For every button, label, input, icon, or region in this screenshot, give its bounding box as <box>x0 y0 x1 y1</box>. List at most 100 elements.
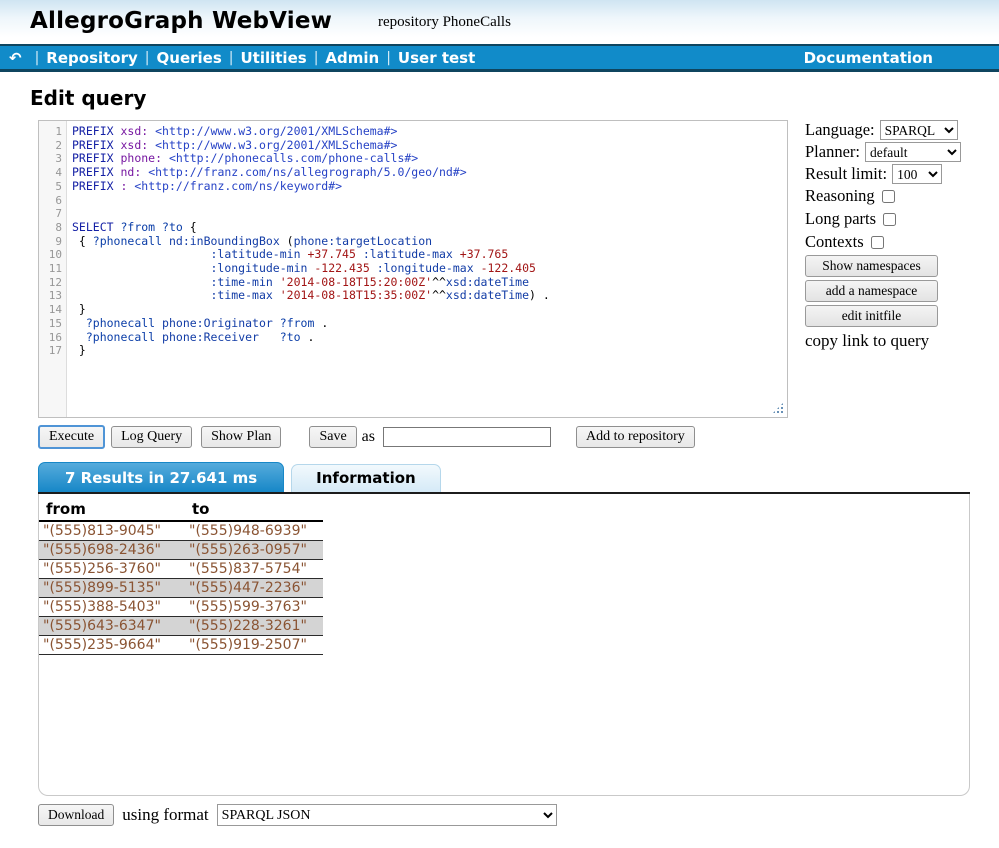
query-code[interactable]: PREFIX xsd: <http://www.w3.org/2001/XMLS… <box>67 121 550 417</box>
download-row: Download using format SPARQL JSON <box>38 804 999 826</box>
planner-label: Planner: <box>805 142 860 162</box>
query-options-panel: Language: SPARQL Planner: default Result… <box>805 120 999 351</box>
contexts-checkbox[interactable] <box>871 236 884 249</box>
table-row: "(555)235-9664""(555)919-2507" <box>39 636 323 655</box>
table-cell[interactable]: "(555)263-0957" <box>185 541 323 560</box>
using-format-label: using format <box>122 805 208 825</box>
table-cell[interactable]: "(555)599-3763" <box>185 598 323 617</box>
line-number: 1 <box>39 125 62 139</box>
line-number: 13 <box>39 289 62 303</box>
nav-items: |Repository|Queries|Utilities|Admin|User… <box>28 49 476 67</box>
table-row: "(555)698-2436""(555)263-0957" <box>39 541 323 560</box>
code-line: :time-max '2014-08-18T15:35:00Z'^^xsd:da… <box>72 289 550 303</box>
long-parts-checkbox[interactable] <box>883 213 896 226</box>
line-number: 8 <box>39 221 62 235</box>
column-header-from[interactable]: from <box>39 499 185 521</box>
download-button[interactable]: Download <box>38 804 114 826</box>
code-line: } <box>72 303 550 317</box>
results-panel: from to "(555)813-9045""(555)948-6939""(… <box>38 494 970 796</box>
contexts-row: Contexts <box>805 232 999 252</box>
nav-item-utilities[interactable]: Utilities <box>240 49 306 67</box>
save-button[interactable]: Save <box>309 426 356 448</box>
code-line: ?phonecall phone:Receiver ?to . <box>72 331 550 345</box>
nav-item-queries[interactable]: Queries <box>157 49 222 67</box>
tab-results[interactable]: 7 Results in 27.641 ms <box>38 462 284 492</box>
query-editor[interactable]: 1234567891011121314151617 PREFIX xsd: <h… <box>38 120 788 418</box>
planner-row: Planner: default <box>805 142 999 162</box>
code-line: { ?phonecall nd:inBoundingBox (phone:tar… <box>72 235 550 249</box>
table-cell[interactable]: "(555)235-9664" <box>39 636 185 655</box>
table-cell[interactable]: "(555)643-6347" <box>39 617 185 636</box>
planner-select[interactable]: default <box>865 142 961 162</box>
table-cell[interactable]: "(555)228-3261" <box>185 617 323 636</box>
back-arrow-icon[interactable]: ↶ <box>0 49 28 67</box>
table-cell[interactable]: "(555)388-5403" <box>39 598 185 617</box>
page-title: Edit query <box>30 86 999 110</box>
nav-item-repository[interactable]: Repository <box>46 49 138 67</box>
table-cell[interactable]: "(555)698-2436" <box>39 541 185 560</box>
table-cell[interactable]: "(555)919-2507" <box>185 636 323 655</box>
result-limit-select[interactable]: 100 <box>892 164 942 184</box>
tab-information[interactable]: Information <box>291 464 441 492</box>
line-number: 10 <box>39 248 62 262</box>
code-line <box>72 194 550 208</box>
table-cell[interactable]: "(555)256-3760" <box>39 560 185 579</box>
results-tabstrip: 7 Results in 27.641 ms Information <box>38 462 970 494</box>
nav-item-documentation[interactable]: Documentation <box>804 49 933 67</box>
table-cell[interactable]: "(555)948-6939" <box>185 521 323 541</box>
nav-separator: | <box>222 50 241 66</box>
copy-link-to-query[interactable]: copy link to query <box>805 331 999 351</box>
code-line: PREFIX xsd: <http://www.w3.org/2001/XMLS… <box>72 125 550 139</box>
code-line: SELECT ?from ?to { <box>72 221 550 235</box>
reasoning-row: Reasoning <box>805 186 999 206</box>
app-title: AllegroGraph WebView <box>30 8 332 34</box>
execute-button[interactable]: Execute <box>38 425 105 449</box>
language-select[interactable]: SPARQL <box>880 120 958 140</box>
code-line: } <box>72 344 550 358</box>
log-query-button[interactable]: Log Query <box>111 426 192 448</box>
code-line: ?phonecall phone:Originator ?from . <box>72 317 550 331</box>
code-line: :latitude-min +37.745 :latitude-max +37.… <box>72 248 550 262</box>
save-name-input[interactable] <box>383 427 551 447</box>
code-line: PREFIX : <http://franz.com/ns/keyword#> <box>72 180 550 194</box>
code-line: :time-min '2014-08-18T15:20:00Z'^^xsd:da… <box>72 276 550 290</box>
table-cell[interactable]: "(555)837-5754" <box>185 560 323 579</box>
nav-separator: | <box>307 50 326 66</box>
code-line: PREFIX nd: <http://franz.com/ns/allegrog… <box>72 166 550 180</box>
add-to-repository-button[interactable]: Add to repository <box>576 426 695 448</box>
nav-item-user-test[interactable]: User test <box>398 49 475 67</box>
actions-row: Execute Log Query Show Plan Save as Add … <box>38 424 999 450</box>
line-number: 14 <box>39 303 62 317</box>
show-plan-button[interactable]: Show Plan <box>201 426 281 448</box>
nav-separator: | <box>379 50 398 66</box>
line-number: 15 <box>39 317 62 331</box>
long-parts-row: Long parts <box>805 209 999 229</box>
table-row: "(555)388-5403""(555)599-3763" <box>39 598 323 617</box>
result-limit-row: Result limit: 100 <box>805 164 999 184</box>
show-namespaces-button[interactable]: Show namespaces <box>805 255 938 277</box>
result-limit-label: Result limit: <box>805 164 887 184</box>
resize-grip-icon[interactable] <box>772 402 784 414</box>
line-number: 12 <box>39 276 62 290</box>
table-cell[interactable]: "(555)813-9045" <box>39 521 185 541</box>
line-number: 7 <box>39 207 62 221</box>
add-namespace-button[interactable]: add a namespace <box>805 280 938 302</box>
line-number: 5 <box>39 180 62 194</box>
contexts-label: Contexts <box>805 232 864 252</box>
line-number: 4 <box>39 166 62 180</box>
column-header-to[interactable]: to <box>185 499 323 521</box>
save-as-label: as <box>362 428 375 446</box>
edit-initfile-button[interactable]: edit initfile <box>805 305 938 327</box>
table-cell[interactable]: "(555)447-2236" <box>185 579 323 598</box>
nav-item-admin[interactable]: Admin <box>325 49 379 67</box>
table-row: "(555)643-6347""(555)228-3261" <box>39 617 323 636</box>
app-header: AllegroGraph WebView repository PhoneCal… <box>0 0 999 44</box>
reasoning-checkbox[interactable] <box>882 190 895 203</box>
table-cell[interactable]: "(555)899-5135" <box>39 579 185 598</box>
line-number-gutter: 1234567891011121314151617 <box>39 121 67 417</box>
repository-label: repository PhoneCalls <box>378 14 511 31</box>
download-format-select[interactable]: SPARQL JSON <box>217 804 557 826</box>
nav-separator: | <box>138 50 157 66</box>
code-line: PREFIX phone: <http://phonecalls.com/pho… <box>72 152 550 166</box>
language-row: Language: SPARQL <box>805 120 999 140</box>
